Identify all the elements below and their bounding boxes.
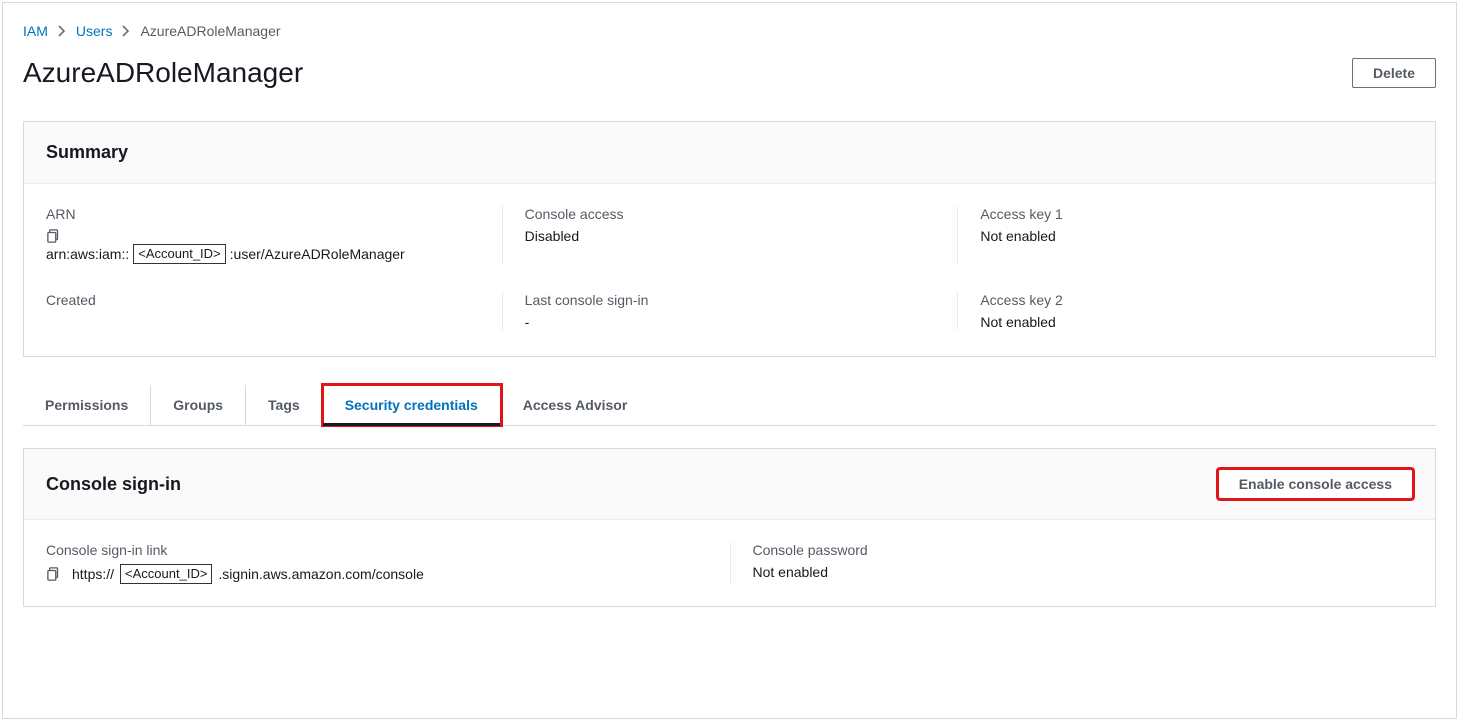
enable-console-access-button[interactable]: Enable console access <box>1218 469 1413 499</box>
console-signin-title: Console sign-in <box>46 474 181 495</box>
page-container: IAM Users AzureADRoleManager AzureADRole… <box>2 2 1457 719</box>
delete-button[interactable]: Delete <box>1352 58 1436 88</box>
signin-password-block: Console password Not enabled <box>730 542 1414 584</box>
header-row: AzureADRoleManager Delete <box>23 57 1436 89</box>
breadcrumb: IAM Users AzureADRoleManager <box>23 23 1436 39</box>
copy-icon[interactable] <box>46 228 62 244</box>
summary-grid: ARN arn:aws:iam:: <Account_ID> :user/Azu… <box>24 184 1435 356</box>
summary-console-access: Console access Disabled <box>502 206 958 264</box>
console-signin-header: Console sign-in Enable console access <box>24 449 1435 520</box>
arn-prefix: arn:aws:iam:: <box>46 246 129 262</box>
signin-link-prefix: https:// <box>72 566 114 582</box>
signin-password-label: Console password <box>753 542 1414 558</box>
console-signin-body: Console sign-in link https:// <Account_I… <box>24 520 1435 606</box>
summary-access-key-2: Access key 2 Not enabled <box>957 292 1413 330</box>
breadcrumb-iam[interactable]: IAM <box>23 23 48 39</box>
summary-access-key-1: Access key 1 Not enabled <box>957 206 1413 264</box>
signin-link-suffix: .signin.aws.amazon.com/console <box>218 566 423 582</box>
signin-link-block: Console sign-in link https:// <Account_I… <box>46 542 730 584</box>
summary-last-signin: Last console sign-in - <box>502 292 958 330</box>
console-signin-panel: Console sign-in Enable console access Co… <box>23 448 1436 607</box>
access-key2-label: Access key 2 <box>980 292 1413 308</box>
signin-link-label: Console sign-in link <box>46 542 730 558</box>
arn-value: arn:aws:iam:: <Account_ID> :user/AzureAD… <box>46 244 502 264</box>
tab-security-credentials[interactable]: Security credentials <box>323 385 501 425</box>
signin-link-value: https:// <Account_ID> .signin.aws.amazon… <box>46 564 730 584</box>
arn-label: ARN <box>46 206 502 222</box>
created-label: Created <box>46 292 502 308</box>
tab-tags[interactable]: Tags <box>246 385 323 425</box>
console-access-label: Console access <box>525 206 958 222</box>
arn-placeholder: <Account_ID> <box>133 244 225 264</box>
last-signin-label: Last console sign-in <box>525 292 958 308</box>
tab-access-advisor[interactable]: Access Advisor <box>501 385 650 425</box>
copy-icon[interactable] <box>46 566 62 582</box>
signin-password-value: Not enabled <box>753 564 1414 580</box>
tabs: Permissions Groups Tags Security credent… <box>23 385 1436 426</box>
summary-title: Summary <box>46 142 128 163</box>
arn-suffix: :user/AzureADRoleManager <box>230 246 405 262</box>
last-signin-value: - <box>525 314 958 330</box>
summary-header: Summary <box>24 122 1435 184</box>
summary-arn: ARN arn:aws:iam:: <Account_ID> :user/Azu… <box>46 206 502 264</box>
console-access-value: Disabled <box>525 228 958 244</box>
access-key2-value: Not enabled <box>980 314 1413 330</box>
access-key1-label: Access key 1 <box>980 206 1413 222</box>
page-title: AzureADRoleManager <box>23 57 303 89</box>
summary-panel: Summary ARN arn:aws:iam:: <Account_ID> :… <box>23 121 1436 357</box>
chevron-right-icon <box>58 25 66 37</box>
chevron-right-icon <box>122 25 130 37</box>
breadcrumb-users[interactable]: Users <box>76 23 113 39</box>
signin-link-placeholder: <Account_ID> <box>120 564 212 584</box>
breadcrumb-current: AzureADRoleManager <box>140 23 280 39</box>
tab-permissions[interactable]: Permissions <box>23 385 151 425</box>
access-key1-value: Not enabled <box>980 228 1413 244</box>
summary-created: Created <box>46 292 502 330</box>
tab-groups[interactable]: Groups <box>151 385 246 425</box>
